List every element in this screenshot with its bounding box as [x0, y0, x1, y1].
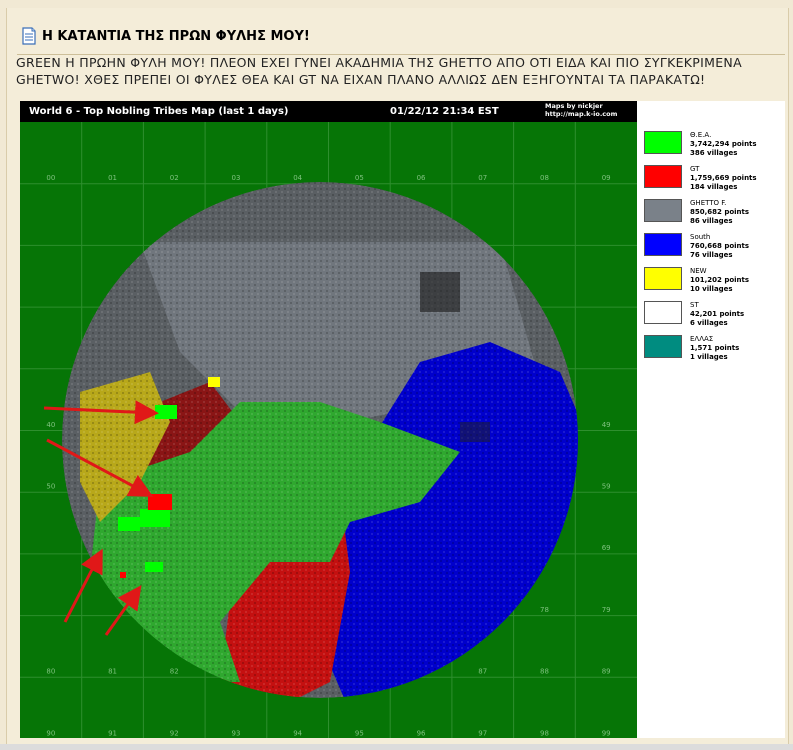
grid-label: 05	[355, 174, 364, 182]
grid-label: 87	[478, 668, 487, 676]
legend-points: 42,201 points	[690, 310, 745, 318]
grid-label: 92	[170, 729, 179, 737]
legend-villages: 1 villages	[690, 353, 728, 361]
grid-label: 00	[46, 174, 55, 182]
grid-label: 08	[540, 174, 549, 182]
village-cluster	[145, 562, 163, 572]
grid-label: 97	[478, 729, 487, 737]
legend-swatch	[644, 165, 682, 188]
grid-label: 69	[602, 544, 611, 552]
legend-swatch	[644, 301, 682, 324]
village-cluster	[460, 422, 490, 442]
legend-points: 3,742,294 points	[690, 140, 757, 148]
grid-label: 80	[46, 668, 55, 676]
grid-label: 95	[355, 729, 364, 737]
document-icon	[22, 27, 36, 45]
grid-label: 81	[108, 668, 117, 676]
legend-item: South 760,668 points 76 villages	[644, 233, 784, 263]
grid-label: 89	[602, 668, 611, 676]
grid-label: 90	[46, 729, 55, 737]
legend-villages: 6 villages	[690, 319, 728, 327]
map-credit: Maps by nickjer http://map.k-io.com	[545, 102, 617, 118]
legend-tribe-name: ΕΛΛΑΣ	[690, 335, 714, 343]
grid-label: 79	[602, 606, 611, 614]
village-cluster	[120, 572, 126, 578]
legend-tribe-name: ST	[690, 301, 699, 309]
legend-swatch	[644, 233, 682, 256]
legend-item: GT 1,759,669 points 184 villages	[644, 165, 784, 195]
grid-label: 82	[170, 668, 179, 676]
grid-label: 07	[478, 174, 487, 182]
legend-tribe-name: Θ.Ε.Α.	[690, 131, 712, 139]
grid-label: 93	[231, 729, 240, 737]
grid-label: 06	[417, 174, 426, 182]
village-cluster	[118, 517, 140, 531]
legend-swatch	[644, 335, 682, 358]
grid-label: 98	[540, 729, 549, 737]
grid-label: 59	[602, 483, 611, 491]
legend-villages: 386 villages	[690, 149, 738, 157]
legend-points: 760,668 points	[690, 242, 750, 250]
map-header: World 6 - Top Nobling Tribes Map (last 1…	[20, 101, 637, 122]
legend-item: Θ.Ε.Α. 3,742,294 points 386 villages	[644, 131, 784, 161]
legend-item: ΕΛΛΑΣ 1,571 points 1 villages	[644, 335, 784, 365]
grid-label: 94	[293, 729, 302, 737]
grid-label: 03	[231, 174, 240, 182]
grid-label: 01	[108, 174, 117, 182]
legend-swatch	[644, 199, 682, 222]
map-header-datetime: 01/22/12 21:34 EST	[390, 106, 499, 117]
legend-villages: 86 villages	[690, 217, 733, 225]
grid-label: 78	[540, 606, 549, 614]
grid-label: 49	[602, 421, 611, 429]
legend-tribe-name: GHETTO F.	[690, 199, 727, 207]
village-cluster	[140, 509, 170, 527]
village-cluster	[420, 272, 460, 312]
grid-label: 88	[540, 668, 549, 676]
legend-item: NEW 101,202 points 10 villages	[644, 267, 784, 297]
grid-label: 50	[46, 483, 55, 491]
legend-villages: 10 villages	[690, 285, 733, 293]
village-cluster	[148, 494, 172, 510]
legend-villages: 76 villages	[690, 251, 733, 259]
post-body-text: GREEN Η ΠΡΩΗΝ ΦΥΛΗ ΜΟΥ! ΠΛΕΟΝ ΕΧΕΙ ΓΥΝΕΙ…	[16, 55, 742, 87]
legend-points: 101,202 points	[690, 276, 750, 284]
post-title: Η ΚΑΤΑΝΤΙΑ ΤΗΣ ΠΡΩΝ ΦΥΛΗΣ ΜΟΥ!	[42, 28, 310, 44]
legend-points: 850,682 points	[690, 208, 750, 216]
legend-item: ST 42,201 points 6 villages	[644, 301, 784, 331]
legend-swatch	[644, 131, 682, 154]
legend-swatch	[644, 267, 682, 290]
grid-label: 40	[46, 421, 55, 429]
village-cluster	[155, 405, 177, 419]
map-header-title: World 6 - Top Nobling Tribes Map (last 1…	[29, 106, 289, 117]
world-map: 0001020304050607080937384041495058596164…	[20, 122, 637, 738]
grid-label: 96	[417, 729, 426, 737]
legend-item: GHETTO F. 850,682 points 86 villages	[644, 199, 784, 229]
legend-points: 1,759,669 points	[690, 174, 757, 182]
grid-label: 91	[108, 729, 117, 737]
legend-tribe-name: South	[690, 233, 711, 241]
village-cluster	[208, 377, 220, 387]
tribes-map-image: World 6 - Top Nobling Tribes Map (last 1…	[20, 101, 785, 738]
map-credit-line2: http://map.k-io.com	[545, 110, 618, 118]
legend-points: 1,571 points	[690, 344, 740, 352]
grid-label: 02	[170, 174, 179, 182]
grid-label: 04	[293, 174, 302, 182]
legend-tribe-name: NEW	[690, 267, 707, 275]
post-title-bar: Η ΚΑΤΑΝΤΙΑ ΤΗΣ ΠΡΩΝ ΦΥΛΗΣ ΜΟΥ!	[21, 24, 781, 48]
legend-villages: 184 villages	[690, 183, 738, 191]
map-credit-line1: Maps by nickjer	[545, 102, 603, 110]
legend-tribe-name: GT	[690, 165, 700, 173]
grid-label: 09	[602, 174, 611, 182]
grid-label: 99	[602, 729, 611, 737]
page-bottom-strip	[0, 744, 793, 750]
